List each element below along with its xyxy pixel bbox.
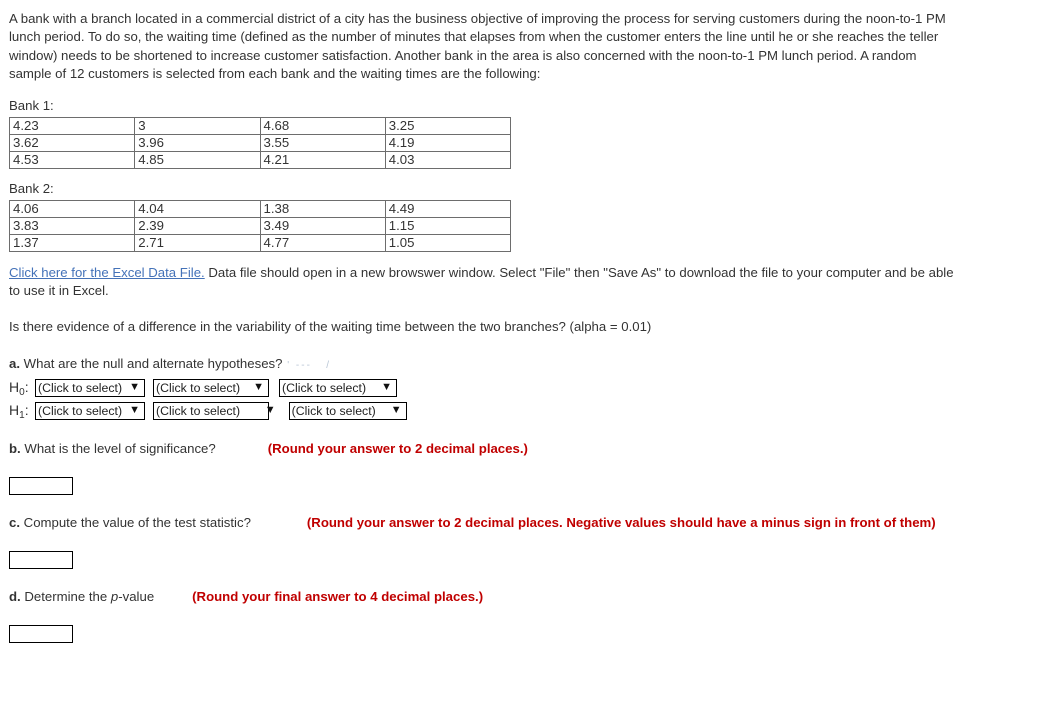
p-value-input[interactable] [9,625,73,644]
part-d: d. Determine the p-value (Round your fina… [9,588,1039,644]
part-c-text: Compute the value of the test statistic? [20,515,251,531]
table-cell: 3.96 [134,133,261,152]
table-cell: 2.71 [134,233,261,252]
part-c: c. Compute the value of the test statist… [9,514,1039,570]
h0-select-3[interactable]: (Click to select) [279,379,397,398]
part-d-heading: d. Determine the p-value (Round your fina… [9,588,1039,606]
h0-select-2-wrap: (Click to select) ▼ [153,379,269,398]
part-b-marker: b. [9,441,21,457]
bank2-label: Bank 2: [9,180,54,196]
part-d-note: (Round your final answer to 4 decimal pl… [192,589,484,605]
table-row: 3.83 2.39 3.49 1.15 [8,216,512,235]
h1-label: H1: [9,401,29,421]
table-cell: 3.62 [8,133,136,152]
bank1-label: Bank 1: [9,97,54,113]
h0-select-2[interactable]: (Click to select) [153,379,269,398]
part-d-text-before: Determine the [20,589,111,605]
table-row: 4.53 4.85 4.21 4.03 [8,150,512,169]
table-cell: 1.38 [259,199,386,218]
table-cell: 3 [134,116,261,135]
part-d-text-after: -value [118,589,155,605]
h1-select-2-wrap: (Click to select) ▼ [153,402,281,421]
h0-select-3-wrap: (Click to select) ▼ [279,379,397,398]
h1-select-2[interactable]: (Click to select) [153,402,269,421]
part-b-note: (Round your answer to 2 decimal places.) [267,441,528,457]
part-a-marker: a. [9,356,20,372]
h0-label: H0: [9,378,29,398]
table-row: 3.62 3.96 3.55 4.19 [8,133,512,152]
h1-select-1[interactable]: (Click to select) [35,402,145,421]
h1-select-3-wrap: (Click to select) ▼ [288,402,407,421]
excel-data-file-link[interactable]: Click here for the Excel Data File. [9,265,205,280]
table-cell: 4.53 [8,150,136,169]
main-question-text: Is there evidence of a difference in the… [9,319,652,335]
table-cell: 4.23 [8,116,136,135]
h1-select-3[interactable]: (Click to select) [288,402,407,421]
table-cell: 3.55 [259,133,386,152]
table-cell: 2.39 [134,216,261,235]
excel-data-file-line: Click here for the Excel Data File. Data… [9,264,959,301]
table-cell: 4.03 [384,150,512,169]
table-cell: 1.15 [384,216,512,235]
table-cell: 4.49 [384,199,512,218]
render-artifact: ' --- / [282,360,332,372]
table-cell: 4.06 [8,199,136,218]
table-row: 1.37 2.71 4.77 1.05 [8,233,512,252]
intro-text: A bank with a branch located in a commer… [9,10,954,84]
h0-select-1[interactable]: (Click to select) [35,379,145,398]
part-d-marker: d. [9,589,21,605]
part-b-text: What is the level of significance? [20,441,216,457]
bank1-table: 4.23 3 4.68 3.25 3.62 3.96 3.55 4.19 4.5… [8,116,512,169]
table-cell: 1.37 [8,233,136,252]
table-cell: 3.25 [384,116,512,135]
table-cell: 3.83 [8,216,136,235]
table-cell: 4.19 [384,133,512,152]
part-b: b. What is the level of significance? (Ro… [9,440,1039,496]
part-c-marker: c. [9,515,20,531]
alternate-hypothesis-row: H1: (Click to select) ▼ (Click to select… [9,401,1039,421]
table-cell: 4.77 [259,233,386,252]
question-page: A bank with a branch located in a commer… [0,0,1039,644]
part-c-note: (Round your answer to 2 decimal places. … [306,515,936,531]
h0-select-1-wrap: (Click to select) ▼ [35,379,145,398]
table-cell: 1.05 [384,233,512,252]
table-row: 4.23 3 4.68 3.25 [8,116,512,135]
h1-select-1-wrap: (Click to select) ▼ [35,402,145,421]
intro-paragraph: A bank with a branch located in a commer… [9,11,946,82]
level-of-significance-input[interactable] [9,477,73,496]
part-b-heading: b. What is the level of significance? (Ro… [9,440,1039,458]
table-cell: 4.68 [259,116,386,135]
part-a: a. What are the null and alternate hypot… [9,355,1039,421]
part-c-heading: c. Compute the value of the test statist… [9,514,1039,532]
table-cell: 4.21 [259,150,386,169]
table-row: 4.06 4.04 1.38 4.49 [8,199,512,218]
null-hypothesis-row: H0: (Click to select) ▼ (Click to select… [9,378,1039,398]
test-statistic-input[interactable] [9,551,73,570]
table-cell: 3.49 [259,216,386,235]
table-cell: 4.85 [134,150,261,169]
table-cell: 4.04 [134,199,261,218]
part-a-heading: a. What are the null and alternate hypot… [9,355,1039,375]
part-a-text: What are the null and alternate hypothes… [20,356,283,372]
bank2-table: 4.06 4.04 1.38 4.49 3.83 2.39 3.49 1.15 … [8,199,512,252]
